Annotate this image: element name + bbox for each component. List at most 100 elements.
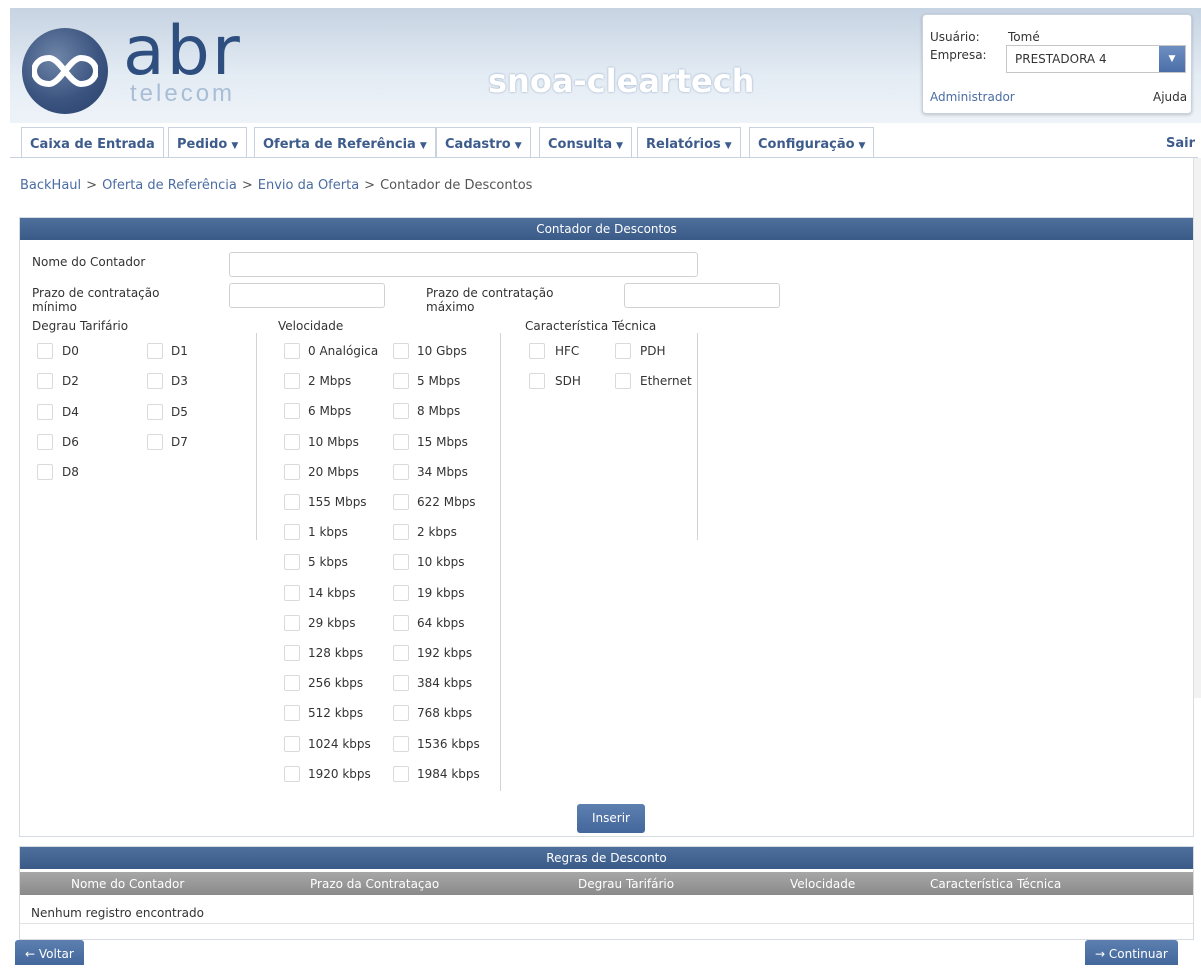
arrow-left-icon: ←	[25, 947, 36, 961]
caret-down-icon: ▼	[231, 141, 239, 151]
velocidade-option-checkbox[interactable]	[393, 765, 409, 782]
velocidade-option-checkbox[interactable]	[393, 614, 409, 631]
logout-link[interactable]: Sair	[1166, 136, 1195, 151]
tecnica-option-checkbox[interactable]	[615, 373, 631, 390]
caret-down-icon: ▼	[724, 141, 732, 151]
breadcrumb-separator: >	[86, 178, 98, 193]
velocidade-option-checkbox[interactable]	[284, 735, 300, 752]
tecnica-option-label: HFC	[555, 344, 580, 358]
velocidade-option-checkbox[interactable]	[393, 735, 409, 752]
velocidade-option-checkbox[interactable]	[284, 373, 300, 390]
velocidade-option-checkbox[interactable]	[284, 343, 300, 359]
admin-link[interactable]: Administrador	[930, 90, 1015, 104]
velocidade-option-label: 1920 kbps	[308, 766, 371, 781]
tecnica-label: Característica Técnica	[525, 319, 657, 333]
name-input[interactable]	[229, 252, 698, 277]
column-header[interactable]: Degrau Tarifário	[578, 877, 674, 891]
velocidade-option-checkbox[interactable]	[284, 765, 300, 782]
velocidade-option-checkbox[interactable]	[393, 675, 409, 692]
nav-label: Oferta de Referência	[263, 137, 416, 152]
insert-button[interactable]: Inserir	[577, 804, 645, 833]
tecnica-option-checkbox[interactable]	[615, 343, 631, 359]
breadcrumb-link-oferta[interactable]: Oferta de Referência	[102, 178, 237, 193]
velocidade-option-label: 14 kbps	[308, 585, 356, 600]
degrau-option-checkbox[interactable]	[37, 343, 53, 359]
degrau-option-checkbox[interactable]	[37, 433, 53, 450]
degrau-option-label: D1	[171, 344, 188, 358]
degrau-option-checkbox[interactable]	[37, 464, 53, 481]
velocidade-option-checkbox[interactable]	[393, 705, 409, 722]
nav-pedido[interactable]: Pedido ▼	[168, 127, 248, 157]
velocidade-option-checkbox[interactable]	[393, 645, 409, 661]
column-header[interactable]: Velocidade	[790, 877, 855, 891]
velocidade-option-label: 10 Mbps	[308, 434, 359, 449]
tecnica-option-label: PDH	[640, 344, 666, 358]
velocidade-option-checkbox[interactable]	[284, 403, 300, 420]
degrau-option-checkbox[interactable]	[147, 433, 163, 450]
column-divider	[256, 333, 257, 540]
velocidade-option-checkbox[interactable]	[393, 463, 409, 480]
velocidade-option-checkbox[interactable]	[284, 705, 300, 722]
velocidade-option-checkbox[interactable]	[284, 524, 300, 541]
degrau-option-label: D7	[171, 434, 188, 449]
velocidade-option-checkbox[interactable]	[393, 343, 409, 359]
back-button[interactable]: ← Voltar	[15, 940, 84, 965]
degrau-option-checkbox[interactable]	[37, 403, 53, 420]
nav-relatorios[interactable]: Relatórios ▼	[637, 127, 741, 157]
column-header[interactable]: Nome do Contador	[71, 877, 184, 891]
velocidade-option-label: 15 Mbps	[417, 434, 468, 449]
velocidade-option-label: 768 kbps	[417, 706, 473, 721]
velocidade-option-checkbox[interactable]	[284, 433, 300, 450]
min-term-input[interactable]	[229, 283, 385, 308]
continue-button[interactable]: → Continuar	[1085, 940, 1178, 965]
breadcrumb-link-backhaul[interactable]: BackHaul	[20, 178, 81, 193]
velocidade-option-checkbox[interactable]	[393, 584, 409, 601]
nav-consulta[interactable]: Consulta ▼	[539, 127, 633, 157]
velocidade-option-checkbox[interactable]	[393, 403, 409, 420]
company-label: Empresa:	[930, 48, 987, 62]
column-header[interactable]: Característica Técnica	[930, 877, 1061, 891]
tecnica-option-checkbox[interactable]	[529, 343, 545, 359]
velocidade-option-label: 1 kbps	[308, 525, 348, 540]
velocidade-option-checkbox[interactable]	[284, 584, 300, 601]
nav-configuracao[interactable]: Configuração ▼	[749, 127, 875, 157]
logo-wordmark: abr	[123, 12, 242, 91]
velocidade-option-checkbox[interactable]	[284, 614, 300, 631]
velocidade-option-checkbox[interactable]	[393, 373, 409, 390]
company-select[interactable]: PRESTADORA 4 ▼	[1006, 45, 1186, 73]
velocidade-option-label: 192 kbps	[417, 646, 473, 660]
scrollbar[interactable]	[1193, 158, 1201, 698]
velocidade-option-label: 622 Mbps	[417, 495, 476, 509]
degrau-option-checkbox[interactable]	[147, 403, 163, 420]
degrau-option-checkbox[interactable]	[147, 373, 163, 390]
tecnica-option-checkbox[interactable]	[529, 373, 545, 390]
velocidade-option-checkbox[interactable]	[393, 554, 409, 571]
velocidade-option-checkbox[interactable]	[284, 675, 300, 692]
degrau-option-checkbox[interactable]	[147, 343, 163, 359]
back-button-label: Voltar	[38, 947, 74, 961]
velocidade-option-checkbox[interactable]	[393, 433, 409, 450]
velocidade-option-checkbox[interactable]	[284, 554, 300, 571]
max-term-input[interactable]	[624, 283, 780, 308]
breadcrumb-separator: >	[241, 178, 253, 193]
velocidade-option-checkbox[interactable]	[284, 494, 300, 510]
nav-label: Relatórios	[646, 137, 721, 152]
max-term-label: Prazo de contratação	[426, 286, 554, 300]
velocidade-option-checkbox[interactable]	[284, 645, 300, 661]
nav-label: Pedido	[177, 137, 228, 152]
help-link[interactable]: Ajuda	[1153, 90, 1187, 104]
breadcrumb-link-envio[interactable]: Envio da Oferta	[258, 178, 359, 193]
velocidade-option-label: 10 Gbps	[417, 344, 467, 358]
degrau-option-label: D5	[171, 404, 188, 419]
column-divider	[500, 333, 501, 791]
velocidade-option-checkbox[interactable]	[284, 463, 300, 480]
velocidade-option-checkbox[interactable]	[393, 524, 409, 541]
chevron-down-icon[interactable]: ▼	[1159, 46, 1185, 72]
nav-caixa-de-entrada[interactable]: Caixa de Entrada	[21, 127, 164, 157]
velocidade-option-checkbox[interactable]	[393, 494, 409, 510]
column-header[interactable]: Prazo da Contrataçao	[310, 877, 439, 891]
velocidade-option-label: 34 Mbps	[417, 464, 468, 479]
nav-cadastro[interactable]: Cadastro ▼	[436, 127, 531, 157]
nav-oferta-de-referencia[interactable]: Oferta de Referência ▼	[254, 127, 436, 157]
degrau-option-checkbox[interactable]	[37, 373, 53, 390]
